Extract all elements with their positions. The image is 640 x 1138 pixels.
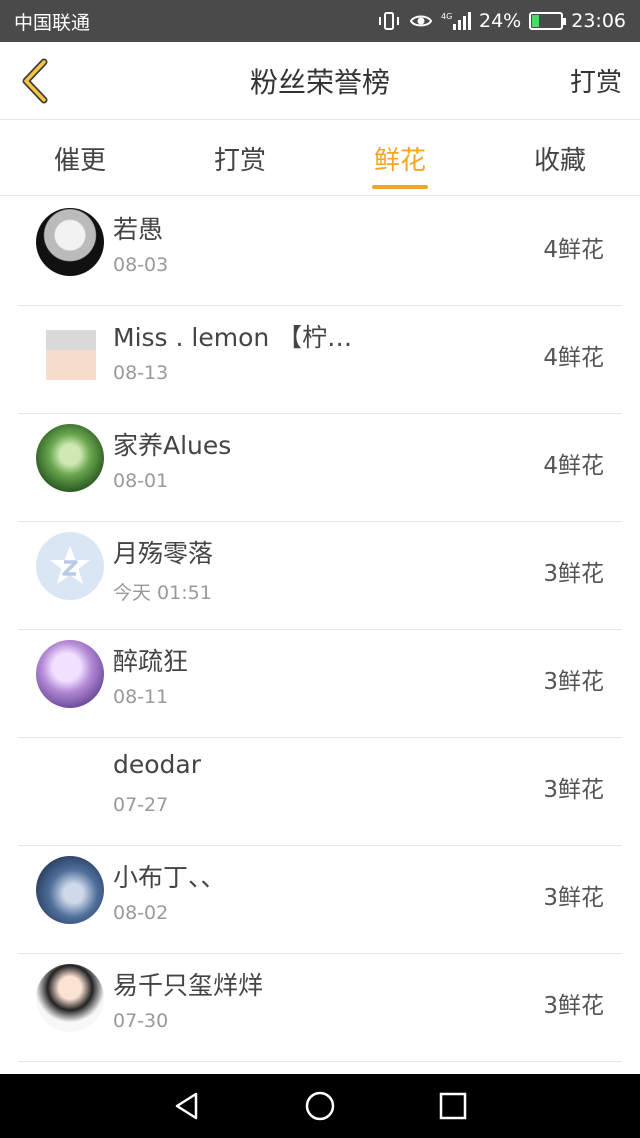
avatar[interactable] — [36, 424, 104, 492]
list-item[interactable]: 小布丁、、 08-02 3鲜花 — [18, 846, 622, 954]
fan-name: 小布丁、、 — [113, 863, 226, 892]
list-item[interactable]: Miss . lemon 【柠… 08-13 4鲜花 — [18, 306, 622, 414]
list-item[interactable]: 易千只玺烊烊 07-30 3鲜花 — [18, 954, 622, 1062]
avatar[interactable] — [36, 208, 104, 276]
reward-button[interactable]: 打赏 — [570, 62, 622, 99]
avatar[interactable] — [36, 748, 104, 816]
vibrate-icon — [379, 12, 399, 30]
flower-count: 3鲜花 — [543, 777, 604, 803]
list-item[interactable]: 醉疏狂 08-11 3鲜花 — [18, 630, 622, 738]
network-type: 4G — [441, 12, 452, 21]
list-item[interactable]: 家养Alues 08-01 4鲜花 — [18, 414, 622, 522]
fan-name: 若愚 — [113, 215, 164, 244]
fan-name: deodar — [113, 750, 202, 779]
flower-count: 3鲜花 — [543, 993, 604, 1019]
flower-count: 4鲜花 — [543, 345, 604, 371]
status-bar: 中国联通 4G 24% 23:06 — [0, 0, 640, 42]
chevron-left-icon[interactable] — [14, 56, 60, 106]
list-item[interactable]: 若愚 08-03 4鲜花 — [18, 198, 622, 306]
flower-count: 3鲜花 — [543, 885, 604, 911]
battery-percent: 24% — [479, 10, 522, 32]
list-item[interactable]: 月殇零落 今天 01:51 3鲜花 — [18, 522, 622, 630]
recents-square-icon[interactable] — [436, 1089, 470, 1123]
avatar[interactable] — [36, 964, 104, 1032]
flower-count: 4鲜花 — [543, 237, 604, 263]
avatar[interactable] — [36, 856, 104, 924]
flower-count: 4鲜花 — [543, 453, 604, 479]
avatar[interactable] — [36, 640, 104, 708]
page-title: 粉丝荣誉榜 — [249, 65, 390, 99]
fan-date: 07-30 — [113, 1010, 169, 1032]
avatar[interactable] — [36, 532, 104, 600]
fan-name: 月殇零落 — [113, 539, 214, 568]
home-circle-icon[interactable] — [303, 1089, 337, 1123]
app-header: 粉丝荣誉榜 打赏 — [0, 42, 640, 120]
signal-4g-icon: 4G — [441, 12, 471, 30]
back-triangle-icon[interactable] — [170, 1089, 204, 1123]
fan-name: 家养Alues — [113, 431, 232, 460]
fan-name: Miss . lemon 【柠… — [113, 323, 353, 352]
fan-date: 08-13 — [113, 362, 169, 384]
tab-favorites[interactable]: 收藏 — [480, 121, 640, 195]
default-avatar-star-icon — [50, 546, 90, 584]
battery-icon — [529, 12, 567, 30]
list-item[interactable]: deodar 07-27 3鲜花 — [18, 738, 622, 846]
tab-reward[interactable]: 打赏 — [160, 121, 320, 195]
eye-icon — [409, 15, 433, 27]
status-icons: 4G 24% 23:06 — [377, 10, 626, 32]
fan-date: 08-11 — [113, 686, 169, 708]
fan-name: 易千只玺烊烊 — [113, 971, 264, 1000]
fan-date: 08-01 — [113, 470, 169, 492]
avatar[interactable] — [46, 330, 96, 380]
tab-urge[interactable]: 催更 — [0, 121, 160, 195]
flower-count: 3鲜花 — [543, 561, 604, 587]
system-nav-bar — [0, 1074, 640, 1138]
fan-name: 醉疏狂 — [113, 647, 189, 676]
fan-date: 今天 01:51 — [113, 582, 212, 604]
flower-count: 3鲜花 — [543, 669, 604, 695]
fan-date: 07-27 — [113, 794, 169, 816]
fan-date: 08-02 — [113, 902, 169, 924]
carrier-name: 中国联通 — [14, 11, 91, 34]
fan-list: 若愚 08-03 4鲜花 Miss . lemon 【柠… 08-13 4鲜花 … — [18, 198, 622, 1062]
tab-flowers[interactable]: 鲜花 — [320, 121, 480, 195]
tab-bar: 催更 打赏 鲜花 收藏 — [0, 121, 640, 196]
clock: 23:06 — [571, 10, 626, 32]
fan-date: 08-03 — [113, 254, 169, 276]
